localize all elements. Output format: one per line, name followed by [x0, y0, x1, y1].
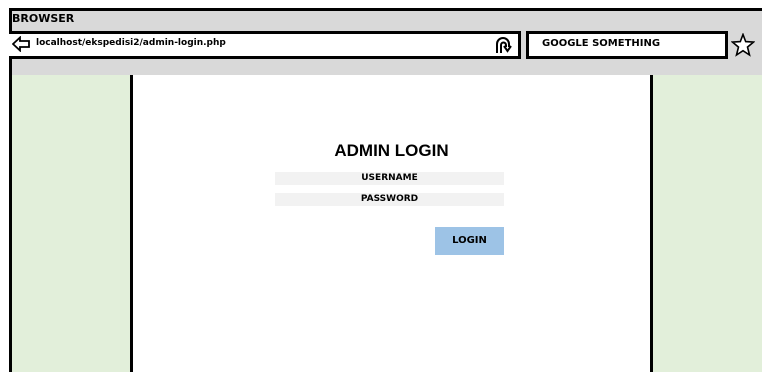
- password-field[interactable]: PASSWORD: [275, 193, 504, 206]
- arrow-left-icon[interactable]: [12, 36, 30, 52]
- window-title: BROWSER: [12, 12, 75, 25]
- url-text[interactable]: localhost/ekspedisi2/admin-login.php: [36, 38, 226, 48]
- page-content: [133, 75, 650, 372]
- address-bar[interactable]: localhost/ekspedisi2/admin-login.php: [9, 31, 521, 59]
- left-sidebar: [12, 75, 133, 372]
- right-sidebar: [650, 75, 762, 372]
- login-button[interactable]: LOGIN: [435, 227, 504, 255]
- username-field[interactable]: USERNAME: [275, 172, 504, 185]
- star-icon[interactable]: [731, 33, 755, 57]
- search-text[interactable]: GOOGLE SOMETHING: [542, 38, 660, 49]
- page-title: ADMIN LOGIN: [334, 141, 449, 160]
- search-box[interactable]: GOOGLE SOMETHING: [526, 31, 728, 59]
- refresh-icon[interactable]: [493, 35, 513, 55]
